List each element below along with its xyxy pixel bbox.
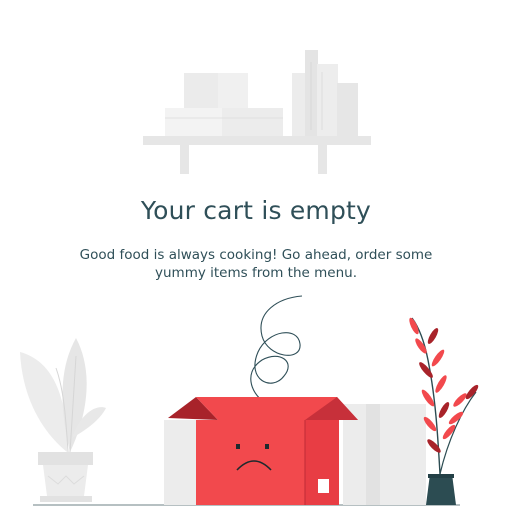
empty-cart-page: Your cart is empty Good food is always c… xyxy=(0,0,512,512)
empty-cart-title: Your cart is empty xyxy=(140,196,372,225)
empty-cart-message: Good food is always cooking! Go ahead, o… xyxy=(79,247,433,281)
